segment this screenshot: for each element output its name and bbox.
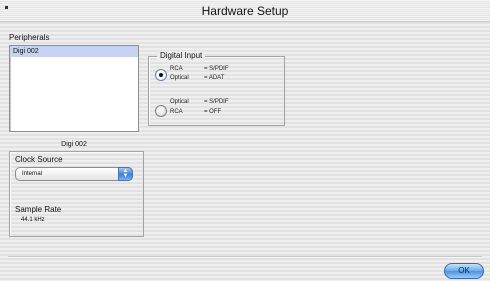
option1-line1-name: RCA <box>170 66 183 72</box>
option1-line2-name: Optical <box>170 75 189 81</box>
option2-line2-name: RCA <box>170 109 183 115</box>
list-item[interactable]: Digi 002 <box>10 46 138 57</box>
sample-rate-label: Sample Rate <box>15 205 62 214</box>
clock-source-label: Clock Source <box>15 155 63 164</box>
peripherals-list[interactable]: Digi 002 <box>9 45 139 132</box>
digital-input-radio-optical-spdif[interactable] <box>155 105 167 117</box>
peripherals-label: Peripherals <box>9 33 50 42</box>
option2-line1-value: = S/PDIF <box>204 99 229 105</box>
digital-input-radio-rca-spdif[interactable] <box>155 69 167 81</box>
up-down-arrows-icon[interactable]: ▲ ▼ <box>118 167 133 181</box>
title-bar[interactable]: Hardware Setup <box>0 0 490 22</box>
clock-source-popup[interactable]: Internal ▲ ▼ <box>15 167 133 181</box>
option2-line1-name: Optical <box>170 99 189 105</box>
selected-peripheral-caption: Digi 002 <box>61 141 87 148</box>
option2-line2-value: = OFF <box>204 109 222 115</box>
window-title: Hardware Setup <box>201 4 289 18</box>
ok-button[interactable]: OK <box>444 263 484 279</box>
clock-source-value: Internal <box>22 171 43 177</box>
digital-input-title: Digital Input <box>157 51 206 60</box>
option1-line1-value: = S/PDIF <box>204 66 229 72</box>
option1-line2-value: = ADAT <box>204 75 225 81</box>
sample-rate-value: 44.1 kHz <box>21 217 45 223</box>
footer-divider <box>8 256 482 258</box>
